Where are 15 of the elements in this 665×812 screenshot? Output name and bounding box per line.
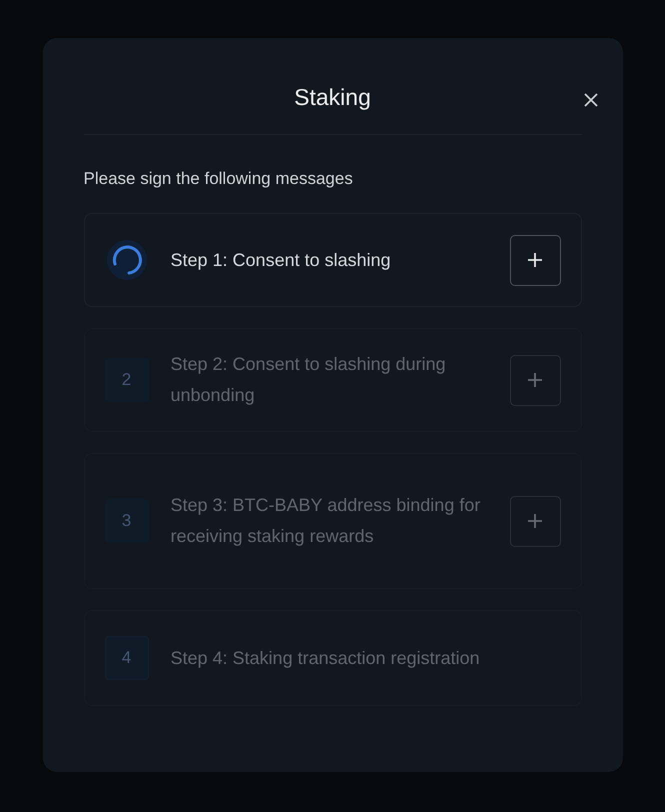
step-number: 3 <box>104 499 148 543</box>
plus-icon <box>527 252 543 268</box>
step-label: Step 2: Consent to slashing during unbonding <box>170 353 447 407</box>
expand-button[interactable] <box>510 234 560 286</box>
step-label: Step 3: BTC-BABY address binding for receiving staking rewards <box>170 494 482 548</box>
plus-icon <box>527 372 543 388</box>
instruction-text: Please sign the following messages <box>84 169 354 189</box>
loading-spinner-icon <box>104 238 148 282</box>
plus-icon <box>527 513 543 529</box>
dialog-title: Staking <box>84 82 582 135</box>
step-number: 2 <box>104 358 148 402</box>
step-number: 4 <box>104 636 148 680</box>
step-label: Step 4: Staking transaction registration <box>170 646 481 670</box>
step-label: Step 1: Consent to slashing <box>170 248 392 272</box>
close-icon <box>584 93 598 107</box>
